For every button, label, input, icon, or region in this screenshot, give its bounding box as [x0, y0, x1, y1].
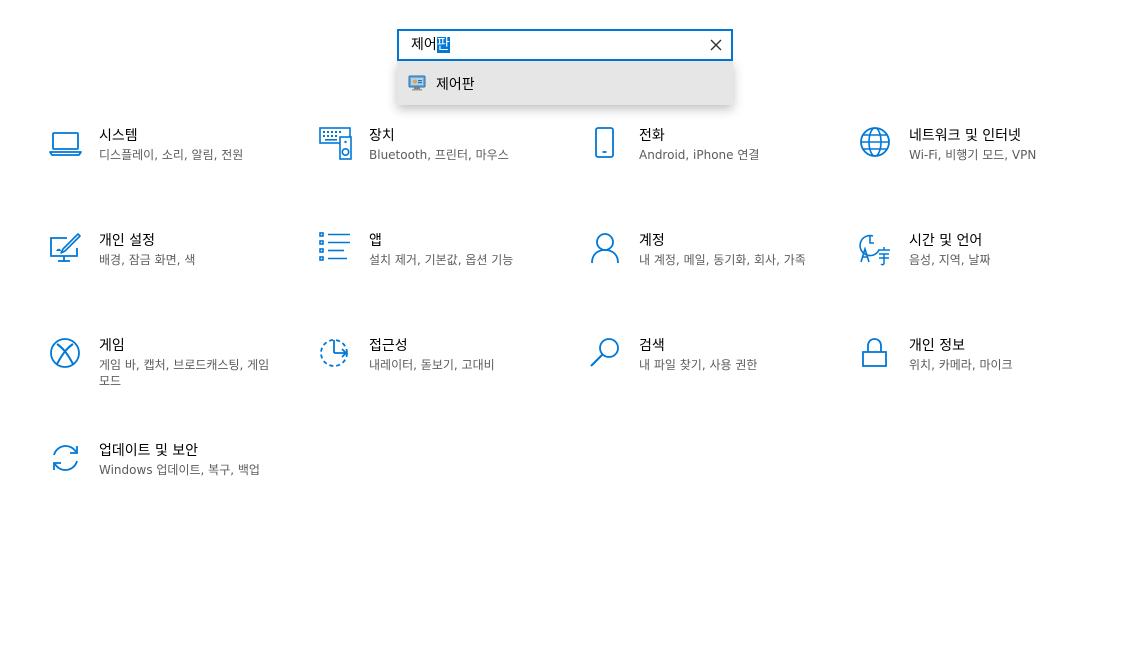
close-icon[interactable]	[707, 36, 725, 54]
tile-time-language[interactable]: 시간 및 언어 음성, 지역, 날짜	[859, 232, 1099, 302]
tile-update-security[interactable]: 업데이트 및 보안 Windows 업데이트, 복구, 백업	[49, 442, 289, 512]
tile-accounts[interactable]: 계정 내 계정, 메일, 동기화, 회사, 가족	[589, 232, 829, 302]
xbox-icon	[50, 338, 80, 368]
tile-ease-of-access[interactable]: 접근성 내레이터, 돋보기, 고대비	[319, 337, 559, 407]
tile-description: 설치 제거, 기본값, 옵션 기능	[369, 253, 514, 267]
globe-icon	[860, 127, 890, 157]
tile-description: 위치, 카메라, 마이크	[909, 358, 1013, 372]
tile-title: 네트워크 및 인터넷	[909, 128, 1021, 144]
search-input[interactable]: 제어판	[397, 29, 733, 61]
tile-title: 시간 및 언어	[909, 233, 983, 249]
tile-gaming[interactable]: 게임 게임 바, 캡처, 브로드캐스팅, 게임 모드	[49, 337, 289, 407]
laptop-icon	[49, 132, 82, 156]
search-suggestions: 제어판	[397, 61, 733, 105]
tile-description: 게임 바, 캡처, 브로드캐스팅, 게임 모드	[99, 358, 270, 388]
devices-icon	[319, 127, 352, 160]
tile-search[interactable]: 검색 내 파일 찾기, 사용 권한	[589, 337, 829, 407]
tile-title: 업데이트 및 보안	[99, 443, 199, 459]
tile-apps[interactable]: 앱 설치 제거, 기본값, 옵션 기능	[319, 232, 559, 302]
tile-title: 시스템	[99, 128, 138, 144]
person-icon	[591, 233, 619, 264]
tile-title: 개인 정보	[909, 338, 965, 354]
control-panel-icon	[408, 75, 426, 91]
lock-icon	[862, 338, 887, 367]
tile-title: 검색	[639, 338, 665, 354]
tile-title: 앱	[369, 233, 382, 249]
tile-devices[interactable]: 장치 Bluetooth, 프린터, 마우스	[319, 127, 559, 197]
tile-title: 개인 설정	[99, 233, 155, 249]
search-typed-text: 제어	[411, 37, 437, 53]
search-selected-text: 판	[436, 37, 450, 53]
sync-icon	[53, 445, 78, 471]
time-language-icon	[859, 234, 890, 266]
search-icon	[590, 338, 619, 367]
search-input-text[interactable]: 제어판	[411, 36, 450, 54]
tile-description: 음성, 지역, 날짜	[909, 253, 991, 267]
suggestion-item-control-panel[interactable]: 제어판	[397, 61, 733, 105]
tile-privacy[interactable]: 개인 정보 위치, 카메라, 마이크	[859, 337, 1099, 407]
tile-description: Bluetooth, 프린터, 마우스	[369, 148, 509, 162]
tile-title: 계정	[639, 233, 665, 249]
tile-title: 전화	[639, 128, 665, 144]
personalization-icon	[50, 233, 81, 262]
suggestion-label: 제어판	[436, 77, 475, 93]
apps-list-icon	[319, 232, 350, 261]
tile-description: 디스플레이, 소리, 알림, 전원	[99, 148, 244, 162]
tile-description: 내 계정, 메일, 동기화, 회사, 가족	[639, 253, 806, 267]
tile-network[interactable]: 네트워크 및 인터넷 Wi-Fi, 비행기 모드, VPN	[859, 127, 1099, 197]
phone-icon	[595, 127, 614, 158]
tile-description: Android, iPhone 연결	[639, 148, 760, 162]
tile-system[interactable]: 시스템 디스플레이, 소리, 알림, 전원	[49, 127, 289, 197]
tile-title: 접근성	[369, 338, 408, 354]
tile-title: 장치	[369, 128, 395, 144]
tile-description: 내 파일 찾기, 사용 권한	[639, 358, 758, 372]
tile-personalization[interactable]: 개인 설정 배경, 잠금 화면, 색	[49, 232, 289, 302]
tile-description: 내레이터, 돋보기, 고대비	[369, 358, 495, 372]
tile-description: Wi-Fi, 비행기 모드, VPN	[909, 148, 1037, 162]
tile-phone[interactable]: 전화 Android, iPhone 연결	[589, 127, 829, 197]
tile-title: 게임	[99, 338, 125, 354]
ease-of-access-icon	[320, 339, 348, 367]
tile-description: Windows 업데이트, 복구, 백업	[99, 463, 260, 477]
tile-description: 배경, 잠금 화면, 색	[99, 253, 196, 267]
